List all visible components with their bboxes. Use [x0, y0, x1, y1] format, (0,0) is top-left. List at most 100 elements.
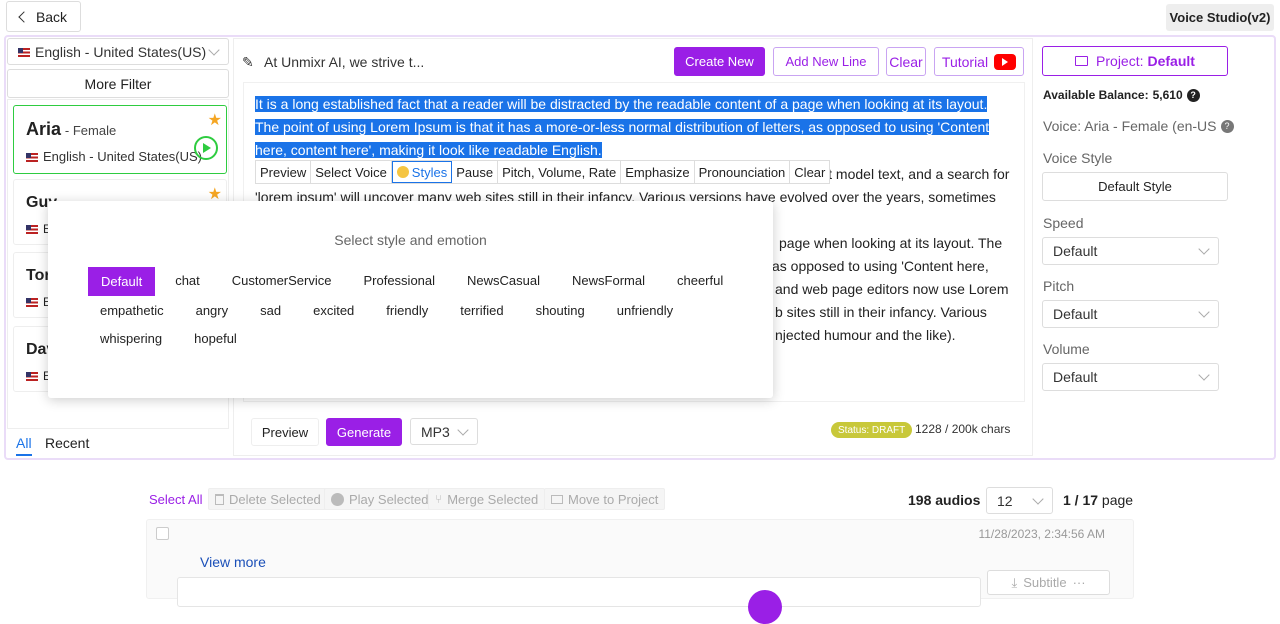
style-row-3: whispering hopeful: [88, 325, 249, 352]
toolbar-preview[interactable]: Preview: [256, 161, 312, 183]
style-chat[interactable]: chat: [163, 267, 212, 296]
speed-label: Speed: [1043, 215, 1084, 231]
clear-button[interactable]: Clear: [886, 47, 926, 76]
help-icon[interactable]: ?: [1186, 88, 1200, 102]
style-sad[interactable]: sad: [248, 297, 293, 324]
voice-name: Tor: [26, 267, 51, 284]
back-button[interactable]: Back: [6, 1, 81, 32]
format-value: MP3: [421, 423, 450, 440]
folder-icon: [551, 494, 563, 504]
selected-text[interactable]: It is a long established fact that a rea…: [255, 93, 1003, 162]
more-filter-button[interactable]: More Filter: [7, 69, 229, 98]
app-badge: Voice Studio(v2): [1166, 4, 1274, 31]
style-cheerful[interactable]: cheerful: [665, 267, 735, 296]
project-button[interactable]: Project: Default: [1042, 46, 1228, 76]
tab-recent[interactable]: Recent: [45, 435, 89, 451]
help-icon[interactable]: ?: [1220, 119, 1234, 133]
tab-all-underline: [16, 454, 32, 456]
generate-button[interactable]: Generate: [326, 418, 402, 446]
chevron-down-icon: [457, 423, 469, 436]
voice-gender: Female: [72, 123, 117, 138]
style-friendly[interactable]: friendly: [374, 297, 440, 324]
voice-name: Aria: [26, 119, 62, 139]
audio-player[interactable]: [177, 577, 981, 624]
toolbar-pitch-volume-rate[interactable]: Pitch, Volume, Rate: [498, 161, 622, 183]
volume-select[interactable]: Default: [1042, 363, 1219, 391]
more-icon: ···: [1072, 575, 1086, 590]
voice-style-button[interactable]: Default Style: [1042, 172, 1228, 201]
emoji-icon: [396, 166, 409, 178]
toolbar-clear[interactable]: Clear: [790, 161, 829, 183]
speed-select[interactable]: Default: [1042, 237, 1219, 265]
language-label: English - United States(US): [35, 43, 207, 60]
toolbar-pause[interactable]: Pause: [452, 161, 499, 183]
us-flag-icon: [26, 225, 38, 235]
style-unfriendly[interactable]: unfriendly: [605, 297, 685, 324]
text-toolbar: Preview Select Voice Styles Pause Pitch,…: [255, 160, 831, 184]
view-more-link[interactable]: View more: [200, 554, 266, 570]
project-title[interactable]: At Unmixr AI, we strive t...: [264, 54, 424, 70]
chevron-down-icon: [1198, 243, 1210, 255]
audio-count: 198 audios: [908, 492, 981, 508]
chevron-down-icon: [208, 43, 220, 56]
pagination: 1 / 17 page: [1063, 492, 1134, 508]
create-new-button[interactable]: Create New: [674, 47, 765, 76]
style-row-1: Default chat CustomerService Professiona…: [88, 267, 735, 296]
chevron-down-icon: [1032, 492, 1044, 505]
pencil-icon[interactable]: ✎: [242, 54, 254, 71]
play-selected-button[interactable]: Play Selected: [324, 488, 436, 510]
style-default[interactable]: Default: [88, 267, 156, 296]
style-newscasual[interactable]: NewsCasual: [455, 267, 552, 296]
style-hopeful[interactable]: hopeful: [182, 325, 249, 352]
row-checkbox[interactable]: [156, 527, 169, 540]
style-professional[interactable]: Professional: [351, 267, 447, 296]
style-customerservice[interactable]: CustomerService: [220, 267, 344, 296]
play-button-icon[interactable]: [748, 590, 782, 624]
tutorial-button[interactable]: Tutorial: [934, 47, 1024, 76]
play-icon[interactable]: [194, 136, 218, 160]
style-terrified[interactable]: terrified: [448, 297, 515, 324]
subtitle-button[interactable]: ⤓ Subtitle ···: [987, 570, 1110, 595]
style-shouting[interactable]: shouting: [524, 297, 597, 324]
delete-selected-button[interactable]: Delete Selected: [208, 488, 328, 510]
style-popup-title: Select style and emotion: [334, 232, 487, 248]
style-popup: Select style and emotion Default chat Cu…: [48, 201, 773, 398]
voice-card-aria[interactable]: Aria - Female English - United States(US…: [13, 105, 227, 174]
style-angry[interactable]: angry: [184, 297, 241, 324]
editor-fragment: and web page editors now use Lorem: [775, 281, 1009, 297]
voice-style-label: Voice Style: [1043, 150, 1113, 166]
voice-info: Voice: Aria - Female (en-US ?: [1043, 118, 1234, 134]
folder-icon: [1075, 56, 1089, 66]
back-label: Back: [35, 8, 68, 25]
pitch-label: Pitch: [1043, 278, 1075, 294]
add-new-line-button[interactable]: Add New Line: [773, 47, 879, 76]
style-excited[interactable]: excited: [301, 297, 366, 324]
us-flag-icon: [26, 298, 38, 308]
pitch-select[interactable]: Default: [1042, 300, 1219, 328]
select-all-link[interactable]: Select All: [149, 492, 202, 507]
format-select[interactable]: MP3: [410, 418, 478, 445]
per-page-select[interactable]: 12: [986, 487, 1053, 514]
us-flag-icon: [26, 372, 38, 382]
style-row-2: empathetic angry sad excited friendly te…: [88, 297, 685, 324]
us-flag-icon: [18, 48, 30, 58]
style-newsformal[interactable]: NewsFormal: [560, 267, 657, 296]
merge-selected-button[interactable]: ⑂ Merge Selected: [428, 488, 546, 510]
style-whispering[interactable]: whispering: [88, 325, 174, 352]
editor-fragment: page when looking at its layout. The: [779, 235, 1003, 251]
preview-button[interactable]: Preview: [251, 418, 319, 446]
star-icon[interactable]: ★: [208, 110, 222, 130]
tab-all[interactable]: All: [16, 435, 32, 451]
toolbar-select-voice[interactable]: Select Voice: [311, 161, 392, 183]
move-to-project-button[interactable]: Move to Project: [544, 488, 666, 510]
language-select[interactable]: English - United States(US): [7, 38, 229, 65]
toolbar-styles[interactable]: Styles: [391, 161, 453, 183]
editor-fragment: njected humour and the like).: [775, 327, 956, 343]
style-empathetic[interactable]: empathetic: [88, 297, 176, 324]
voice-lang: English - United States(US): [43, 149, 202, 164]
trash-icon: [215, 493, 224, 505]
balance-value: 5,610: [1152, 88, 1183, 102]
toolbar-emphasize[interactable]: Emphasize: [621, 161, 695, 183]
toolbar-pronounciation[interactable]: Pronounciation: [695, 161, 791, 183]
chevron-down-icon: [1198, 369, 1210, 381]
